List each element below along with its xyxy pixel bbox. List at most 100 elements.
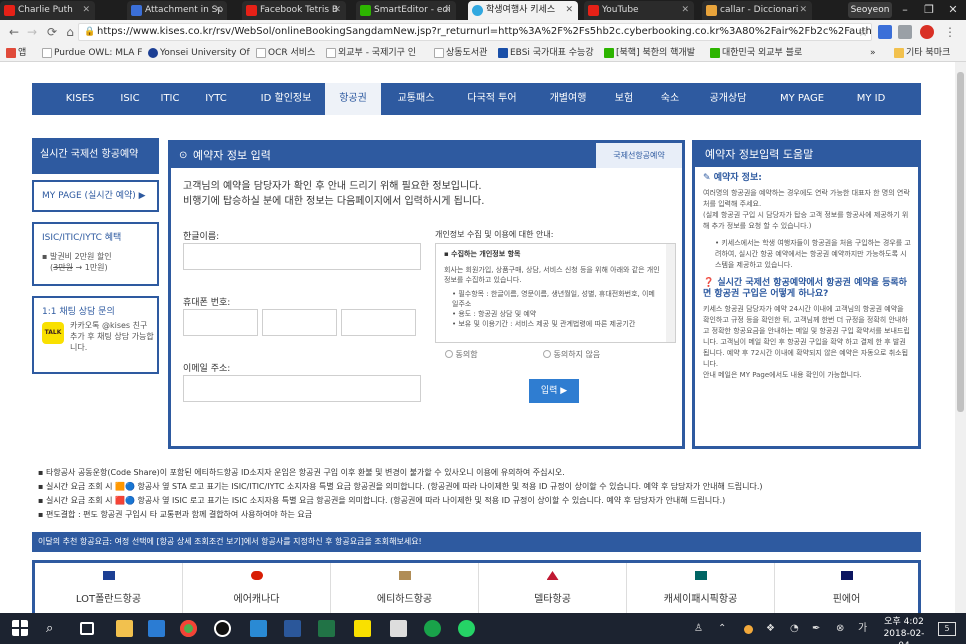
- nav-item-public-consult[interactable]: 공개상담: [700, 83, 756, 115]
- bookmark-item[interactable]: 외교부 - 국제기구 인: [326, 46, 416, 60]
- bookmark-item[interactable]: 대한민국 외교부 블로: [710, 46, 802, 60]
- maximize-icon[interactable]: ❐: [916, 0, 942, 20]
- close-tab-icon[interactable]: ✕: [82, 1, 90, 20]
- app-icon[interactable]: [390, 620, 407, 637]
- tray-app-icon[interactable]: [744, 625, 753, 634]
- people-icon[interactable]: ♙: [694, 622, 703, 636]
- nav-item-kises[interactable]: KISES: [56, 83, 104, 115]
- airline-item[interactable]: 에어캐나다: [183, 563, 331, 613]
- nav-item-flights[interactable]: 항공권: [325, 83, 381, 115]
- search-icon[interactable]: ⌕: [46, 620, 63, 637]
- bookmark-item[interactable]: 앱: [6, 46, 26, 60]
- bookmark-item[interactable]: EBSi 국가대표 수능강: [498, 46, 594, 60]
- bookmark-item[interactable]: Yonsei University Of: [148, 46, 250, 60]
- disagree-option[interactable]: 동의하지 않음: [543, 349, 600, 360]
- wifi-icon[interactable]: ◔: [790, 622, 799, 636]
- nav-item-id-discount[interactable]: ID 할인정보: [250, 83, 322, 115]
- airline-item[interactable]: 에티하드항공: [331, 563, 479, 613]
- kakaotalk-taskbar-icon[interactable]: [354, 620, 371, 637]
- bookmarks-overflow[interactable]: »: [870, 46, 876, 60]
- chat-box[interactable]: 1:1 채팅 상담 문의 TALK 카카오톡 @kises 친구추가 후 채팅 …: [32, 296, 159, 374]
- nav-item-itic[interactable]: ITIC: [154, 83, 186, 115]
- browser-tab[interactable]: callar - Diccionari ✕: [702, 1, 812, 20]
- task-view-icon[interactable]: [80, 622, 94, 635]
- nav-item-multinational-tour[interactable]: 다국적 투어: [458, 83, 526, 115]
- disagree-radio[interactable]: [543, 350, 551, 358]
- close-tab-icon[interactable]: ✕: [799, 1, 807, 20]
- app-icon[interactable]: [214, 620, 231, 637]
- forward-icon[interactable]: →: [24, 24, 40, 40]
- email-input[interactable]: [183, 375, 421, 402]
- browser-tab[interactable]: Attachment in Sp ✕: [127, 1, 227, 20]
- bookmark-item[interactable]: Purdue OWL: MLA F: [42, 46, 142, 60]
- start-icon[interactable]: [12, 620, 28, 636]
- home-icon[interactable]: ⌂: [62, 24, 78, 40]
- close-tab-icon[interactable]: ✕: [443, 1, 451, 20]
- privacy-scrollbar[interactable]: [666, 244, 675, 342]
- system-clock[interactable]: 오후 4:02 2018-02-04: [878, 616, 930, 644]
- close-tab-icon[interactable]: ✕: [681, 1, 689, 20]
- nav-item-independent-travel[interactable]: 개별여행: [540, 83, 596, 115]
- submit-button[interactable]: 입력 ▶: [529, 379, 579, 403]
- app-icon[interactable]: [250, 620, 267, 637]
- extension-icon[interactable]: [898, 25, 912, 39]
- browser-tab[interactable]: SmartEditor - edi ✕: [356, 1, 456, 20]
- phone-last-input[interactable]: [341, 309, 416, 336]
- airline-item[interactable]: LOT폴란드항공: [35, 563, 183, 613]
- back-icon[interactable]: ←: [6, 24, 22, 40]
- extension-icon[interactable]: [920, 25, 934, 39]
- star-icon[interactable]: ☆: [855, 24, 871, 40]
- page-scrollbar[interactable]: [955, 62, 966, 613]
- korean-name-input[interactable]: [183, 243, 421, 270]
- browser-tab-active[interactable]: 학생여행사 키세스 ✕: [468, 1, 578, 20]
- word-icon[interactable]: [284, 620, 301, 637]
- browser-tab[interactable]: Facebook Tetris B ✕: [242, 1, 346, 20]
- privacy-text-box[interactable]: ▪ 수집하는 개인정보 항목 회사는 회원가입, 상품구매, 상담, 서비스 신…: [435, 243, 676, 343]
- airline-item[interactable]: 델타항공: [479, 563, 627, 613]
- extension-icon[interactable]: [878, 25, 892, 39]
- nav-item-isic[interactable]: ISIC: [112, 83, 148, 115]
- dropbox-tray-icon[interactable]: ❖: [766, 622, 775, 636]
- close-tab-icon[interactable]: ✕: [214, 1, 222, 20]
- nav-item-iytc[interactable]: IYTC: [196, 83, 236, 115]
- chevron-up-icon[interactable]: ⌃: [718, 622, 726, 636]
- whatsapp-icon[interactable]: [458, 620, 475, 637]
- pen-icon[interactable]: ✒: [812, 622, 820, 636]
- other-bookmarks[interactable]: 기타 북마크: [894, 46, 950, 60]
- menu-icon[interactable]: ⋮: [942, 24, 958, 40]
- notification-icon[interactable]: 5: [938, 622, 956, 636]
- nav-item-lodging[interactable]: 숙소: [652, 83, 688, 115]
- airline-item[interactable]: 핀에어: [775, 563, 918, 613]
- app-icon[interactable]: [424, 620, 441, 637]
- phone-prefix-input[interactable]: [183, 309, 258, 336]
- nav-item-my-id[interactable]: MY ID: [846, 83, 896, 115]
- mypage-link[interactable]: MY PAGE (실시간 예약) ▶: [32, 180, 159, 212]
- excel-icon[interactable]: [318, 620, 335, 637]
- chrome-icon[interactable]: [180, 620, 197, 637]
- close-tab-icon[interactable]: ✕: [565, 1, 573, 20]
- agree-radio[interactable]: [445, 350, 453, 358]
- airline-item[interactable]: 캐세이패시픽항공: [627, 563, 775, 613]
- close-window-icon[interactable]: ✕: [940, 0, 966, 20]
- profile-button[interactable]: Seoyeon: [848, 2, 892, 18]
- dictionary-icon: [706, 5, 717, 16]
- address-bar[interactable]: 🔒 https://www.kises.co.kr/rsv/WebSol/onl…: [78, 23, 872, 41]
- bookmark-item[interactable]: 상동도서관: [434, 46, 487, 60]
- file-explorer-icon[interactable]: [116, 620, 133, 637]
- nav-item-insurance[interactable]: 보험: [608, 83, 640, 115]
- browser-tab[interactable]: Charlie Puth ✕: [0, 1, 95, 20]
- scrollbar-thumb[interactable]: [957, 72, 964, 412]
- minimize-icon[interactable]: –: [892, 0, 918, 20]
- reload-icon[interactable]: ⟳: [44, 24, 60, 40]
- dropbox-icon[interactable]: [148, 620, 165, 637]
- nav-item-my-page[interactable]: MY PAGE: [768, 83, 836, 115]
- bookmark-item[interactable]: [북핵] 북한의 핵개발: [604, 46, 695, 60]
- phone-middle-input[interactable]: [262, 309, 337, 336]
- browser-tab[interactable]: YouTube ✕: [584, 1, 694, 20]
- agree-option[interactable]: 동의함: [445, 349, 478, 360]
- volume-icon[interactable]: ⊗: [836, 622, 844, 636]
- nav-item-transport-pass[interactable]: 교통패스: [388, 83, 444, 115]
- close-tab-icon[interactable]: ✕: [333, 1, 341, 20]
- bookmark-item[interactable]: OCR 서비스: [256, 46, 315, 60]
- ime-indicator[interactable]: 가: [858, 622, 867, 636]
